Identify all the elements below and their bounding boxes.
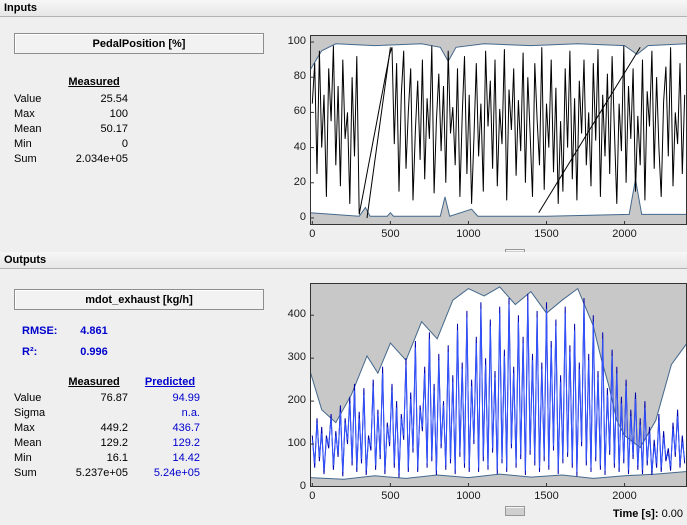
outputs-measured-column-header: Measured xyxy=(60,376,128,388)
stat-value: 100 xyxy=(60,108,128,120)
output-chart-scrollbar-thumb[interactable] xyxy=(505,506,525,516)
stat-label: Min xyxy=(14,138,58,150)
inputs-section-title: Inputs xyxy=(4,2,37,14)
y-tick-label: 400 xyxy=(274,308,306,320)
output-channel-label: mdot_exhaust [kg/h] xyxy=(85,294,193,306)
output-channel-box[interactable]: mdot_exhaust [kg/h] xyxy=(14,289,264,310)
x-tick-label: 1500 xyxy=(527,228,567,240)
x-tick-label: 1000 xyxy=(448,228,488,240)
rmse-value: 4.861 xyxy=(60,325,128,337)
y-tick-label: 100 xyxy=(274,437,306,449)
input-channel-box[interactable]: PedalPosition [%] xyxy=(14,33,264,54)
stat-predicted-value: 129.2 xyxy=(138,437,202,449)
outputs-section-title: Outputs xyxy=(4,254,46,266)
stat-measured-value: 449.2 xyxy=(60,422,128,434)
stat-measured-value: 16.1 xyxy=(60,452,128,464)
outputs-section-header: Outputs xyxy=(0,252,687,269)
stat-label: Sigma xyxy=(14,407,58,419)
y-tick-label: 80 xyxy=(274,70,306,82)
y-tick-label: 40 xyxy=(274,141,306,153)
y-tick-label: 20 xyxy=(274,176,306,188)
stat-measured-value: 5.237e+05 xyxy=(60,467,128,479)
x-tick-label: 2000 xyxy=(605,490,645,502)
y-tick-label: 100 xyxy=(274,35,306,47)
stat-label: Sum xyxy=(14,467,58,479)
output-signal-chart[interactable]: 05001000150020000100200300400 xyxy=(310,283,687,487)
input-signal-chart[interactable]: 0500100015002000020406080100 xyxy=(310,35,687,225)
inputs-measured-column-header: Measured xyxy=(60,76,128,88)
x-tick-label: 500 xyxy=(370,490,410,502)
x-tick-label: 500 xyxy=(370,228,410,240)
x-tick-label: 1000 xyxy=(448,490,488,502)
stat-value: 50.17 xyxy=(60,123,128,135)
stat-label: Mean xyxy=(14,437,58,449)
input-chart-plot[interactable] xyxy=(310,35,687,225)
y-tick-label: 0 xyxy=(274,211,306,223)
stat-predicted-value: n.a. xyxy=(138,407,202,419)
time-value: 0.00 xyxy=(662,508,683,520)
inputs-section-header: Inputs xyxy=(0,0,687,17)
stat-predicted-value: 436.7 xyxy=(138,422,202,434)
r2-value: 0.996 xyxy=(60,346,128,358)
stat-measured-value: 76.87 xyxy=(60,392,128,404)
y-tick-label: 300 xyxy=(274,351,306,363)
stat-label: Mean xyxy=(14,123,58,135)
x-tick-label: 1500 xyxy=(527,490,567,502)
stat-value: 0 xyxy=(60,138,128,150)
stat-predicted-value: 5.24e+05 xyxy=(138,467,202,479)
input-channel-label: PedalPosition [%] xyxy=(93,38,186,50)
stat-label: Value xyxy=(14,392,58,404)
stat-label: Max xyxy=(14,108,58,120)
y-tick-label: 200 xyxy=(274,394,306,406)
time-label: Time [s]: xyxy=(613,508,659,520)
stat-value: 25.54 xyxy=(60,93,128,105)
x-tick-label: 0 xyxy=(292,228,332,240)
stat-value: 2.034e+05 xyxy=(60,153,128,165)
stat-label: Sum xyxy=(14,153,58,165)
time-display: Time [s]: 0.00 xyxy=(580,508,683,520)
y-tick-label: 0 xyxy=(274,480,306,492)
y-tick-label: 60 xyxy=(274,105,306,117)
stat-predicted-value: 94.99 xyxy=(138,392,202,404)
stat-predicted-value: 14.42 xyxy=(138,452,202,464)
outputs-predicted-column-header: Predicted xyxy=(138,376,202,388)
stat-label: Value xyxy=(14,93,58,105)
app-window: Inputs PedalPosition [%] Measured Value … xyxy=(0,0,687,525)
stat-label: Min xyxy=(14,452,58,464)
stat-label: Max xyxy=(14,422,58,434)
x-tick-label: 2000 xyxy=(605,228,645,240)
stat-measured-value: 129.2 xyxy=(60,437,128,449)
output-chart-plot[interactable] xyxy=(310,283,687,487)
